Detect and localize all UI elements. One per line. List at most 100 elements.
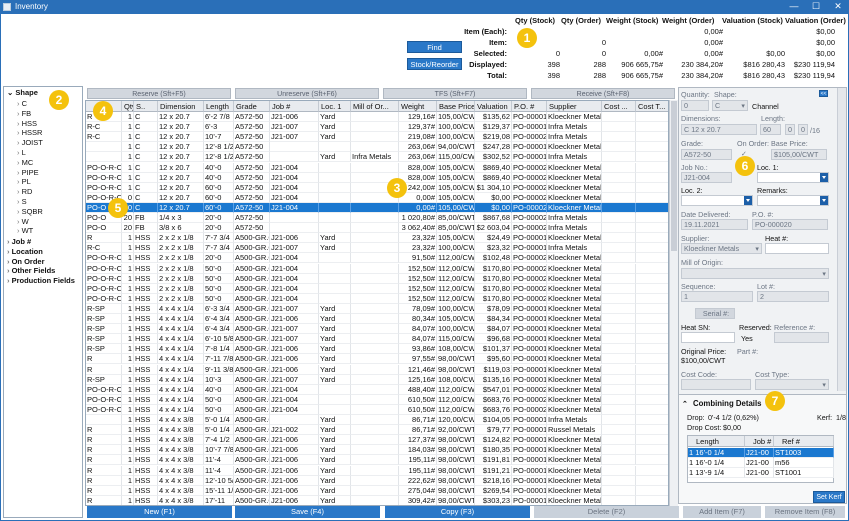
table-row[interactable]: PO-O-R-C 1 HSS 4 x 4 x 1/4 50'-0 A500-GR.C J21…: [86, 404, 668, 415]
reserve-button[interactable]: Reserve (Sft+F5): [87, 88, 231, 99]
table-row[interactable]: 1 C 12 x 20.7 12'-8 1/2 A572-50 Yard Infra Met…: [86, 152, 668, 163]
tree-node-shape-hss[interactable]: › HSS: [17, 119, 37, 128]
serial-button[interactable]: Serial #:: [695, 308, 735, 319]
table-row[interactable]: PO-O 20 FB 3/8 x 6 20'-0 A572-50 3 062,40# 85,0…: [86, 223, 668, 234]
heat-sn-field[interactable]: [681, 332, 735, 343]
table-row[interactable]: PO-O-R-C 1 C 12 x 20.7 40'-0 A572-50 J21-004 82…: [86, 162, 668, 173]
grid-header-10[interactable]: Base Price: [437, 101, 475, 112]
grid-header-7[interactable]: Loc. 1: [319, 101, 351, 112]
stock-reorder-button[interactable]: Stock/Reorder: [407, 58, 462, 70]
job-field[interactable]: J21-004: [681, 172, 732, 183]
table-row[interactable]: PO-O-R-C 1 HSS 4 x 4 x 1/4 40'-0 A500-GR.C J21…: [86, 384, 668, 395]
reference-field[interactable]: [774, 332, 829, 343]
table-row[interactable]: PO-O-R-C 1 C 12 x 20.7 40'-0 A572-50 J21-004 82…: [86, 172, 668, 183]
cost-code-select[interactable]: [681, 379, 751, 390]
date-delivered-field[interactable]: 19.11.2021: [681, 219, 748, 230]
grid-header-3[interactable]: Dimension: [158, 101, 204, 112]
set-kerf-button[interactable]: Set Kerf: [813, 491, 845, 503]
table-row[interactable]: PO-O-R-C 1 HSS 2 x 2 x 1/8 50'-0 A500-GR.C J21…: [86, 283, 668, 294]
po-field[interactable]: PO-000020: [752, 219, 828, 230]
grid-header-9[interactable]: Weight: [399, 101, 437, 112]
tree-node-shape-fb[interactable]: › FB: [17, 109, 31, 118]
heat-field[interactable]: [765, 243, 829, 254]
loc1-select[interactable]: [757, 172, 829, 183]
detail-scrollbar[interactable]: [837, 88, 846, 391]
grid-header-4[interactable]: Length: [204, 101, 234, 112]
shape-select[interactable]: C ▾: [712, 100, 748, 111]
combining-header-0[interactable]: Length: [688, 436, 745, 447]
table-row[interactable]: PO-O-R-C 1 HSS 2 x 2 x 1/8 50'-0 A500-GR.C J21…: [86, 263, 668, 274]
grid-header-13[interactable]: Supplier: [547, 101, 602, 112]
grade-field[interactable]: A572-50: [681, 149, 732, 160]
tree-node-shape[interactable]: ⌄ Shape: [7, 88, 38, 97]
tfs-button[interactable]: TFS (Sft+F7): [383, 88, 527, 99]
table-row[interactable]: R 1 C 12 x 20.7 6'-2 7/8 A572-50 J21-006 Yard 12…: [86, 112, 668, 123]
table-row[interactable]: 1 HSS 4 x 4 x 3/8 5'-0 1/4 A500-GR.C Yard 86,7…: [86, 415, 668, 426]
tree-node-shape-l[interactable]: › L: [17, 148, 26, 157]
grid-vertical-scrollbar[interactable]: [669, 100, 678, 506]
combining-row[interactable]: 1 16'-0 1/4 J21-00 m56: [688, 458, 834, 469]
table-row[interactable]: R 1 HSS 4 x 4 x 1/4 9'-11 3/8 A500-GR.C J21-00…: [86, 364, 668, 375]
table-row[interactable]: PO-O-R-C 1 HSS 2 x 2 x 1/8 20'-0 A500-GR.C J21…: [86, 253, 668, 264]
length-fraction-field[interactable]: 0: [798, 124, 808, 135]
table-row[interactable]: R-C 1 HSS 2 x 2 x 1/8 7'-7 3/4 A500-GR.C J21-0…: [86, 243, 668, 254]
table-row[interactable]: R 1 HSS 4 x 4 x 3/8 5'-0 1/4 A500-GR.C J21-002…: [86, 425, 668, 436]
table-row[interactable]: PO-O 20 FB 1/4 x 3 20'-0 A572-50 1 020,80# 85,0…: [86, 213, 668, 224]
table-row[interactable]: R-SP 1 HSS 4 x 4 x 1/4 7'-8 1/4 A500-GR.C J21-…: [86, 344, 668, 355]
length-inch-field[interactable]: 0: [785, 124, 795, 135]
grid-header-11[interactable]: Valuation: [475, 101, 512, 112]
table-row[interactable]: PO-O 0 C 12 x 20.7 60'-0 A572-50 J21-004 0,00# 1…: [86, 202, 668, 213]
save-button[interactable]: Save (F4): [235, 506, 380, 518]
supplier-select[interactable]: Kloeckner Metals ▾: [681, 243, 762, 254]
tree-node-shape-sqbr[interactable]: › SQBR: [17, 207, 43, 216]
tree-node-production-fields[interactable]: › Production Fields: [7, 276, 75, 285]
tree-node-shape-pl[interactable]: › PL: [17, 177, 31, 186]
receive-button[interactable]: Receive (Sft+F8): [531, 88, 675, 99]
minimize-button[interactable]: —: [783, 0, 805, 14]
dimensions-field[interactable]: C 12 x 20.7: [681, 124, 757, 135]
tree-node-shape-c[interactable]: › C: [17, 99, 27, 108]
table-row[interactable]: R-SP 1 HSS 4 x 4 x 1/4 6'-3 3/4 A500-GR.C J21-…: [86, 303, 668, 314]
grid-header-5[interactable]: Grade: [234, 101, 270, 112]
tree-node-shape-pipe[interactable]: › PIPE: [17, 168, 39, 177]
grid-header-12[interactable]: P.O. #: [512, 101, 547, 112]
grid-header-8[interactable]: Mill of Or...: [351, 101, 399, 112]
tree-node-shape-joist[interactable]: › JOIST: [17, 138, 43, 147]
tree-node-shape-rd[interactable]: › RD: [17, 187, 32, 196]
quantity-field[interactable]: 0: [681, 100, 709, 111]
tree-node-other-fields[interactable]: › Other Fields: [7, 266, 55, 275]
table-row[interactable]: R 1 HSS 4 x 4 x 3/8 10'-7 7/8 A500-GR.C J21-00…: [86, 445, 668, 456]
table-row[interactable]: PO-O-R-C 1 C 12 x 20.7 60'-0 A572-50 J21-004 1 …: [86, 182, 668, 193]
tree-node-shape-mc[interactable]: › MC: [17, 158, 33, 167]
table-row[interactable]: R 1 HSS 4 x 4 x 3/8 11'-4 A500-GR.C J21-006 Yar…: [86, 455, 668, 466]
maximize-button[interactable]: ☐: [805, 0, 827, 14]
grid-header-6[interactable]: Job #: [270, 101, 319, 112]
table-row[interactable]: R 1 HSS 2 x 2 x 1/8 7'-7 3/4 A500-GR.C J21-006…: [86, 233, 668, 244]
tree-node-shape-s[interactable]: › S: [17, 197, 27, 206]
table-row[interactable]: R1HSS4 x 4 x 3/815'-11 1/4A500-GR.CJ21-0…: [86, 485, 668, 496]
table-row[interactable]: R-C 1 C 12 x 20.7 10'-7 A572-50 J21-007 Yard 219…: [86, 132, 668, 143]
tree-node-location[interactable]: › Location: [7, 247, 43, 256]
tree-node-job-[interactable]: › Job #: [7, 237, 31, 246]
remarks-select[interactable]: [757, 195, 829, 206]
base-price-field[interactable]: $105,00/CWT: [771, 149, 827, 160]
tree-node-shape-w[interactable]: › W: [17, 217, 29, 226]
tree-node-shape-hssr[interactable]: › HSSR: [17, 128, 42, 137]
tree-node-on-order[interactable]: › On Order: [7, 257, 45, 266]
lot-field[interactable]: 2: [757, 291, 829, 302]
table-row[interactable]: R 1 HSS 4 x 4 x 3/8 7'-4 1/2 A500-GR.C J21-006…: [86, 435, 668, 446]
combining-row[interactable]: 1 13'-9 1/4 J21-00 ST1001: [688, 468, 834, 479]
table-row[interactable]: R 1 HSS 4 x 4 x 3/8 17'-11 A500-GR.C J21-006 Ya…: [86, 495, 668, 505]
copy-button[interactable]: Copy (F3): [385, 506, 530, 518]
table-row[interactable]: R-SP 1 HSS 4 x 4 x 1/4 6'-4 3/4 A500-GR.C J21-…: [86, 324, 668, 335]
delete-button[interactable]: Delete (F2): [534, 506, 679, 518]
table-row[interactable]: R1HSS4 x 4 x 3/812'-10 5/8A500-GR.CJ21-0…: [86, 475, 668, 486]
sequence-field[interactable]: 1: [681, 291, 753, 302]
table-row[interactable]: PO-O-R-C 0 C 12 x 20.7 60'-0 A572-50 J21-004 0,…: [86, 192, 668, 203]
tree-node-shape-wt[interactable]: › WT: [17, 226, 33, 235]
grid-header-15[interactable]: Cost T...: [636, 101, 668, 112]
table-row[interactable]: 1 C 12 x 20.7 12'-8 1/2 A572-50 263,06# 94,00/…: [86, 142, 668, 153]
table-row[interactable]: R-SP 1 HSS 4 x 4 x 1/4 6'-4 3/4 A500-GR.C J21-…: [86, 314, 668, 325]
table-row[interactable]: R 1 HSS 4 x 4 x 1/4 7'-11 7/8 A500-GR.C J21-00…: [86, 354, 668, 365]
collapse-panel-button[interactable]: <<: [819, 90, 828, 97]
